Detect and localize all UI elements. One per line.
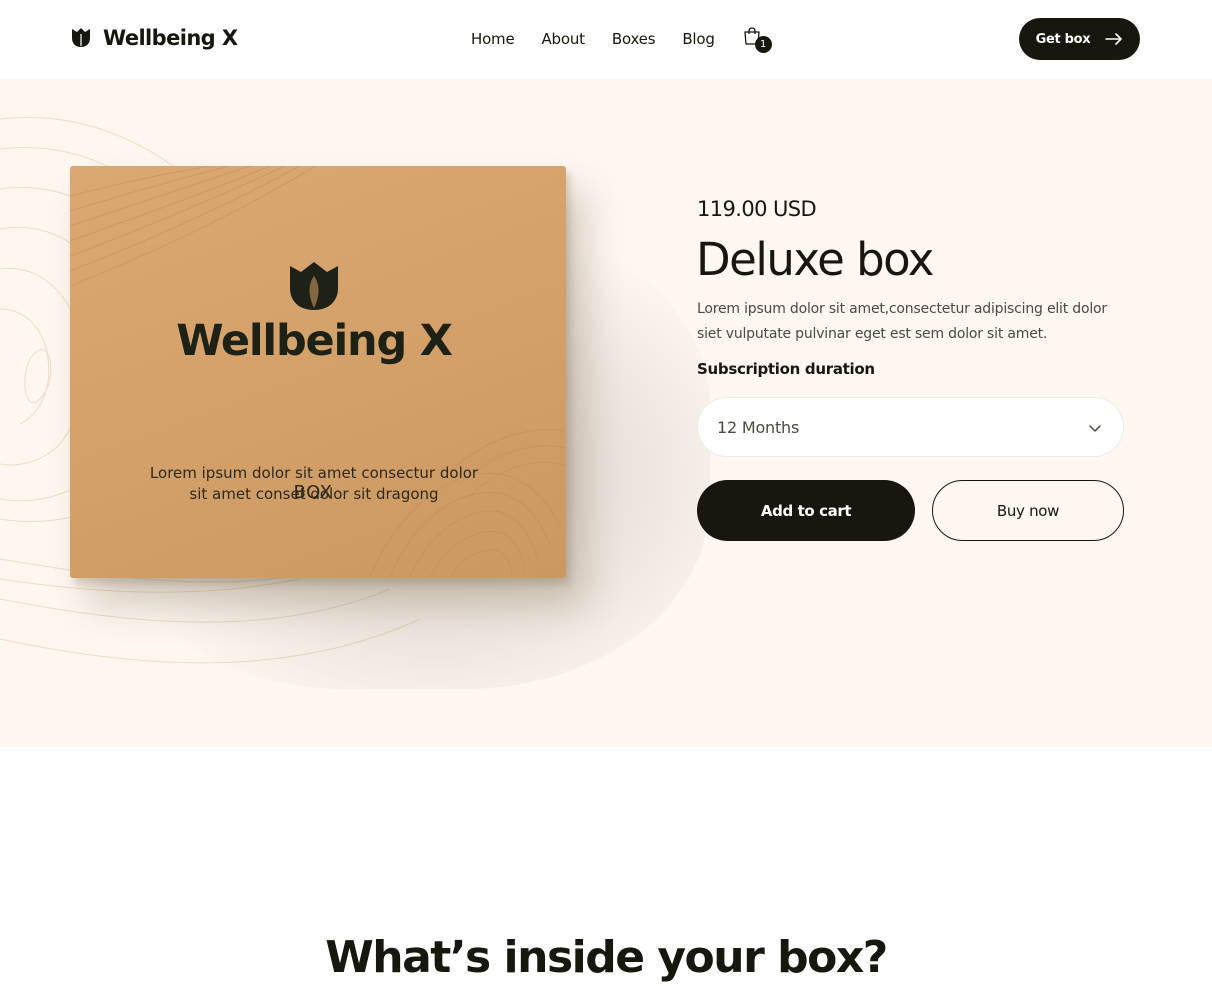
add-to-cart-button[interactable]: Add to cart: [697, 480, 915, 541]
cart-count-badge: 1: [754, 36, 772, 53]
product-price: 119.00 USD: [697, 197, 817, 221]
brand-name: Wellbeing X: [103, 26, 238, 50]
chevron-down-icon: [1089, 425, 1101, 432]
main-nav: Home About Boxes Blog 1: [471, 26, 772, 53]
product-description: Lorem ipsum dolor sit amet,consectetur a…: [697, 297, 1137, 347]
description-line2: siet vulputate pulvinar eget est sem dol…: [697, 326, 1048, 342]
buy-now-button[interactable]: Buy now: [932, 480, 1124, 541]
arrow-right-icon: [1105, 33, 1123, 45]
description-line1: Lorem ipsum dolor sit amet,consectetur a…: [697, 301, 1107, 317]
nav-blog[interactable]: Blog: [682, 30, 715, 48]
nav-boxes[interactable]: Boxes: [612, 30, 656, 48]
box-contour-lines: [70, 166, 566, 578]
get-box-label: Get box: [1035, 31, 1091, 47]
box-brand-text: Wellbeing X: [176, 316, 453, 366]
site-header: Wellbeing X Home About Boxes Blog 1 Get …: [0, 0, 1212, 79]
subscription-label: Subscription duration: [697, 360, 875, 378]
subscription-value: 12 Months: [717, 417, 800, 437]
tulip-icon: [72, 28, 90, 47]
box-label: BOX: [293, 482, 333, 503]
product-box-image: Wellbeing X Lorem ipsum dolor sit amet c…: [70, 166, 566, 578]
nav-home[interactable]: Home: [471, 30, 515, 48]
cart-button[interactable]: 1: [742, 26, 772, 53]
brand-logo[interactable]: Wellbeing X: [70, 26, 238, 50]
subscription-select[interactable]: 12 Months: [697, 397, 1124, 457]
nav-about[interactable]: About: [542, 30, 586, 48]
product-title: Deluxe box: [696, 233, 934, 286]
get-box-button[interactable]: Get box: [1019, 18, 1140, 60]
tulip-icon: [290, 262, 338, 310]
box-tagline-line1: Lorem ipsum dolor sit amet consectur dol…: [149, 464, 479, 482]
